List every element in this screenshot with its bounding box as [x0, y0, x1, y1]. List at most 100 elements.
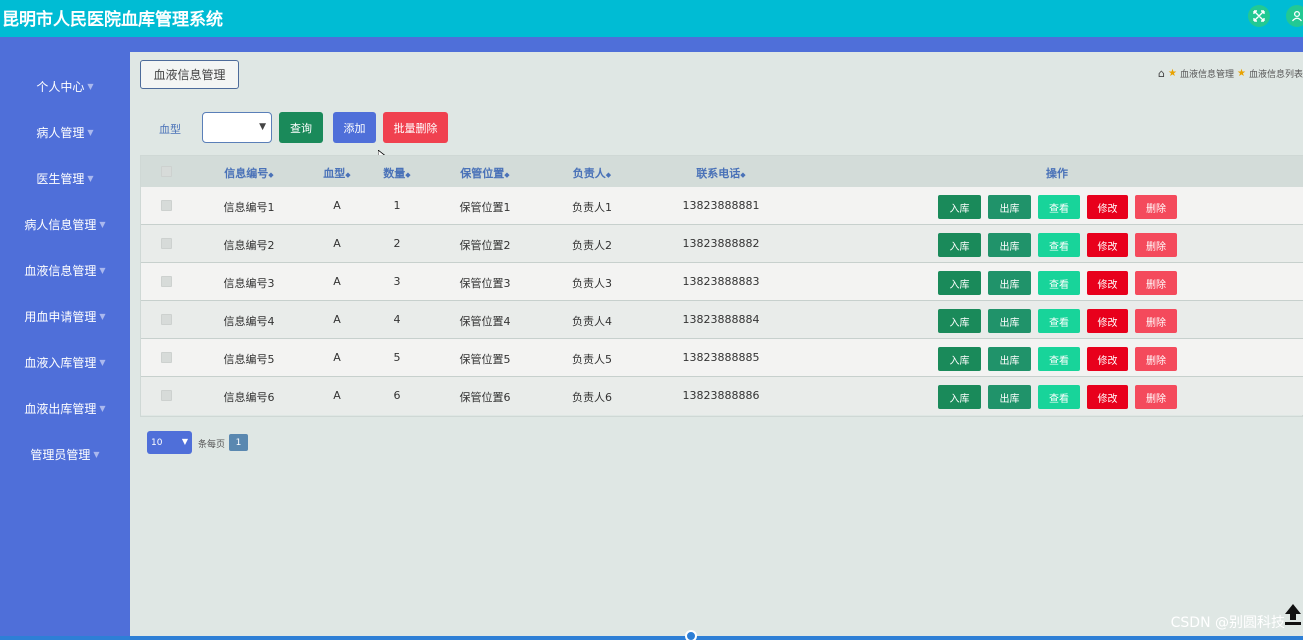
- watermark: CSDN @别圆科技: [1170, 615, 1285, 631]
- cell-location: 保管位置5: [459, 353, 511, 366]
- edit-button[interactable]: 修改: [1087, 271, 1128, 295]
- inbound-button[interactable]: 入库: [938, 385, 981, 409]
- breadcrumb-item[interactable]: 血液信息管理: [1180, 67, 1234, 80]
- cell-blood-type: A: [333, 199, 341, 212]
- cell-phone: 13823888881: [682, 199, 760, 212]
- sidebar-item-doctor-management[interactable]: 医生管理 ▼: [0, 163, 130, 193]
- edit-button[interactable]: 修改: [1087, 233, 1128, 257]
- column-header[interactable]: 保管位置◆: [460, 165, 509, 181]
- batch-delete-button[interactable]: 批量删除: [383, 112, 448, 143]
- caret-down-icon: ▼: [93, 449, 100, 459]
- edit-button[interactable]: 修改: [1087, 195, 1128, 219]
- star-icon: ★: [1168, 68, 1177, 79]
- scrollbar-thumb[interactable]: [685, 630, 697, 640]
- fullscreen-icon[interactable]: [1248, 5, 1270, 27]
- column-header[interactable]: 血型◆: [323, 165, 350, 181]
- cell-blood-type: A: [333, 389, 341, 402]
- column-header[interactable]: 数量◆: [383, 165, 410, 181]
- cell-location: 保管位置2: [459, 239, 511, 252]
- view-button[interactable]: 查看: [1038, 385, 1080, 409]
- outbound-button[interactable]: 出库: [988, 195, 1031, 219]
- delete-button[interactable]: 删除: [1135, 385, 1177, 409]
- cell-quantity: 6: [393, 389, 401, 402]
- caret-down-icon: ▼: [99, 357, 106, 367]
- user-icon[interactable]: [1286, 5, 1303, 27]
- back-to-top-icon[interactable]: [1283, 602, 1303, 626]
- edit-button[interactable]: 修改: [1087, 347, 1128, 371]
- inbound-button[interactable]: 入库: [938, 309, 981, 333]
- column-header[interactable]: 信息编号◆: [224, 165, 273, 181]
- inbound-button[interactable]: 入库: [938, 195, 981, 219]
- cell-blood-type: A: [333, 275, 341, 288]
- row-checkbox[interactable]: [161, 390, 172, 401]
- cell-phone: 13823888884: [682, 313, 760, 326]
- view-button[interactable]: 查看: [1038, 233, 1080, 257]
- inbound-button[interactable]: 入库: [938, 347, 981, 371]
- outbound-button[interactable]: 出库: [988, 233, 1031, 257]
- delete-button[interactable]: 删除: [1135, 271, 1177, 295]
- outbound-button[interactable]: 出库: [988, 271, 1031, 295]
- delete-button[interactable]: 删除: [1135, 347, 1177, 371]
- sort-icon: ◆: [740, 171, 746, 179]
- view-button[interactable]: 查看: [1038, 271, 1080, 295]
- edit-button[interactable]: 修改: [1087, 385, 1128, 409]
- edit-button[interactable]: 修改: [1087, 309, 1128, 333]
- search-button[interactable]: 查询: [279, 112, 323, 143]
- column-header[interactable]: 负责人◆: [573, 165, 611, 181]
- sidebar-item-personal-center[interactable]: 个人中心 ▼: [0, 71, 130, 101]
- view-button[interactable]: 查看: [1038, 195, 1080, 219]
- column-header[interactable]: 联系电话◆: [696, 165, 745, 181]
- sidebar-item-blood-inbound[interactable]: 血液入库管理 ▼: [0, 347, 130, 377]
- sidebar-item-blood-info[interactable]: 血液信息管理 ▼: [0, 255, 130, 285]
- sidebar-item-blood-request[interactable]: 用血申请管理 ▼: [0, 301, 130, 331]
- table-row: 信息编号1 A 1 保管位置1 负责人1 13823888881 入库 出库 查…: [141, 187, 1303, 225]
- add-button[interactable]: 添加: [333, 112, 376, 143]
- outbound-button[interactable]: 出库: [988, 309, 1031, 333]
- select-all-checkbox[interactable]: [161, 166, 172, 177]
- star-icon: ★: [1237, 68, 1246, 79]
- column-header: 操作: [1046, 167, 1068, 180]
- caret-down-icon: ▼: [99, 265, 106, 275]
- table-header: 信息编号◆ 血型◆ 数量◆ 保管位置◆ 负责人◆ 联系电话◆ 操作: [141, 156, 1303, 187]
- home-icon[interactable]: ⌂: [1158, 67, 1165, 80]
- sidebar-item-admin-management[interactable]: 管理员管理 ▼: [0, 439, 130, 469]
- sidebar-item-blood-outbound[interactable]: 血液出库管理 ▼: [0, 393, 130, 423]
- cell-id: 信息编号2: [223, 239, 275, 252]
- page-size-select[interactable]: 10 ▼: [147, 431, 192, 454]
- delete-button[interactable]: 删除: [1135, 233, 1177, 257]
- outbound-button[interactable]: 出库: [988, 385, 1031, 409]
- row-checkbox[interactable]: [161, 352, 172, 363]
- cell-quantity: 3: [393, 275, 401, 288]
- cell-location: 保管位置3: [459, 277, 511, 290]
- chevron-down-icon: ▼: [181, 437, 188, 446]
- view-button[interactable]: 查看: [1038, 347, 1080, 371]
- table-row: 信息编号2 A 2 保管位置2 负责人2 13823888882 入库 出库 查…: [141, 225, 1303, 263]
- row-checkbox[interactable]: [161, 238, 172, 249]
- table-row: 信息编号5 A 5 保管位置5 负责人5 13823888885 入库 出库 查…: [141, 339, 1303, 377]
- sidebar-item-patient-management[interactable]: 病人管理 ▼: [0, 117, 130, 147]
- view-button[interactable]: 查看: [1038, 309, 1080, 333]
- sort-icon: ◆: [504, 171, 510, 179]
- blood-type-select[interactable]: ▼: [202, 112, 272, 143]
- sort-icon: ◆: [268, 171, 274, 179]
- delete-button[interactable]: 删除: [1135, 309, 1177, 333]
- cell-phone: 13823888885: [682, 351, 760, 364]
- cell-location: 保管位置6: [459, 391, 511, 404]
- cell-owner: 负责人6: [572, 391, 612, 404]
- row-checkbox[interactable]: [161, 314, 172, 325]
- delete-button[interactable]: 删除: [1135, 195, 1177, 219]
- row-checkbox[interactable]: [161, 200, 172, 211]
- inbound-button[interactable]: 入库: [938, 271, 981, 295]
- cell-owner: 负责人5: [572, 353, 612, 366]
- page-number-button[interactable]: 1: [229, 434, 248, 451]
- cell-blood-type: A: [333, 313, 341, 326]
- cell-owner: 负责人4: [572, 315, 612, 328]
- outbound-button[interactable]: 出库: [988, 347, 1031, 371]
- page-title: 血液信息管理: [140, 60, 239, 89]
- inbound-button[interactable]: 入库: [938, 233, 981, 257]
- row-checkbox[interactable]: [161, 276, 172, 287]
- sidebar-item-patient-info[interactable]: 病人信息管理 ▼: [0, 209, 130, 239]
- cell-quantity: 5: [393, 351, 401, 364]
- caret-down-icon: ▼: [99, 311, 106, 321]
- bottom-scrollbar[interactable]: [0, 636, 1303, 640]
